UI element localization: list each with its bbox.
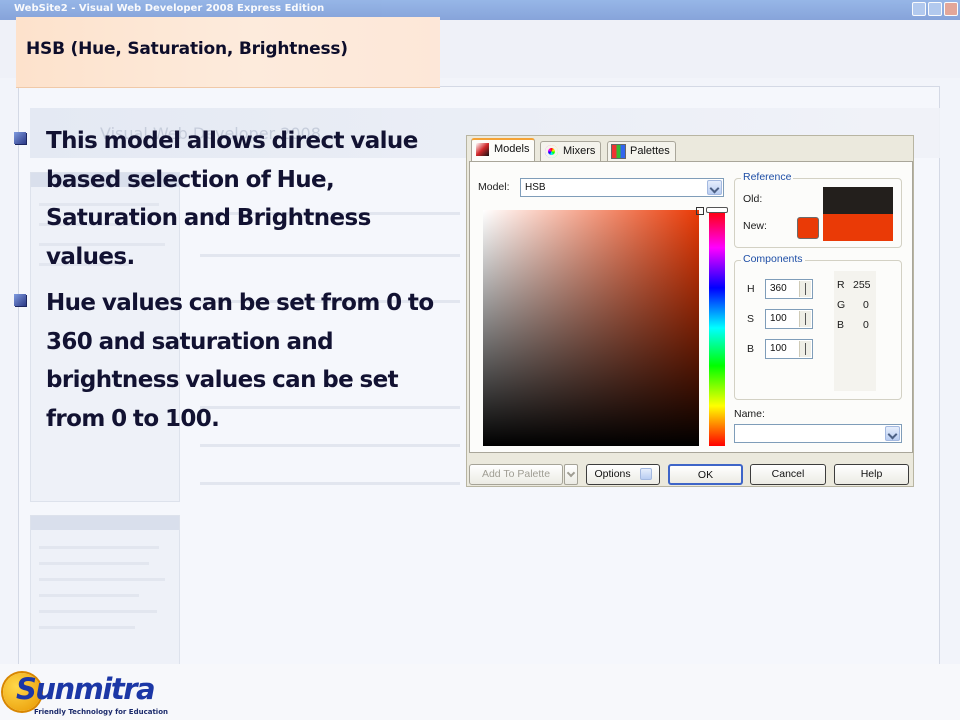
name-select[interactable]	[734, 424, 902, 443]
chevron-down-icon	[639, 468, 652, 481]
options-button[interactable]: Options	[586, 464, 660, 485]
new-color-swatch	[823, 214, 893, 241]
logo-tagline: Friendly Technology for Education	[34, 708, 168, 716]
background-window-title: WebSite2 - Visual Web Developer 2008 Exp…	[14, 3, 325, 14]
bullet-square-icon	[14, 132, 26, 144]
green-label: G	[837, 299, 846, 311]
brightness-value: 100	[770, 343, 787, 354]
saturation-spinbox[interactable]: 100	[765, 309, 813, 329]
hue-slider-handle[interactable]	[706, 207, 728, 213]
red-value: 255	[853, 279, 871, 291]
model-select[interactable]: HSB	[520, 178, 724, 197]
blue-label: B	[837, 319, 845, 331]
spin-arrows-icon[interactable]	[799, 341, 811, 357]
add-to-palette-dropdown-icon[interactable]	[564, 464, 578, 485]
components-group: Components H 360 S 100 B 100 R 255 G 0 B…	[734, 253, 902, 400]
new-color-chip[interactable]	[797, 217, 819, 239]
hue-slider[interactable]	[709, 210, 725, 446]
blue-value: 0	[863, 319, 869, 331]
old-color-label: Old:	[743, 193, 763, 205]
brightness-label: B	[747, 343, 755, 355]
help-button[interactable]: Help	[834, 464, 909, 485]
bullet-text: This model allows direct value based sel…	[46, 128, 418, 270]
saturation-brightness-marker[interactable]	[696, 207, 704, 215]
bullet-list: This model allows direct value based sel…	[14, 122, 444, 446]
background-left-pane-news	[30, 515, 180, 665]
slide: WebSite2 - Visual Web Developer 2008 Exp…	[0, 0, 960, 720]
chevron-down-icon	[707, 180, 722, 195]
hue-label: H	[747, 283, 755, 295]
color-picker-dialog: Models Mixers Palettes Model: HSB Refere…	[466, 135, 914, 487]
bullet-square-icon	[14, 294, 26, 306]
hue-spinbox[interactable]: 360	[765, 279, 813, 299]
mixers-icon	[545, 145, 558, 158]
model-select-value: HSB	[525, 182, 546, 193]
spin-arrows-icon[interactable]	[799, 311, 811, 327]
tab-label: Models	[494, 143, 530, 155]
name-label: Name:	[734, 408, 765, 420]
minimize-icon	[912, 2, 926, 16]
bullet-text: Hue values can be set from 0 to 360 and …	[46, 290, 434, 432]
slide-title: HSB (Hue, Saturation, Brightness)	[26, 39, 348, 59]
saturation-label: S	[747, 313, 755, 325]
close-icon	[944, 2, 958, 16]
green-value: 0	[863, 299, 869, 311]
model-label: Model:	[478, 181, 510, 193]
tab-label: Palettes	[630, 145, 670, 157]
models-panel: Model: HSB Reference Old: New: Component…	[469, 161, 913, 453]
hue-value: 360	[770, 283, 787, 294]
old-color-swatch	[823, 187, 893, 214]
options-button-label: Options	[594, 468, 631, 480]
tab-mixers[interactable]: Mixers	[540, 141, 602, 161]
components-group-title: Components	[741, 253, 805, 265]
models-icon	[476, 143, 489, 156]
saturation-brightness-field[interactable]	[483, 210, 699, 446]
brightness-spinbox[interactable]: 100	[765, 339, 813, 359]
new-color-label: New:	[743, 220, 767, 232]
saturation-value: 100	[770, 313, 787, 324]
bullet-item: Hue values can be set from 0 to 360 and …	[14, 284, 444, 438]
cancel-button[interactable]: Cancel	[750, 464, 826, 485]
tab-bar: Models Mixers Palettes	[467, 136, 915, 162]
ok-button[interactable]: OK	[668, 464, 743, 485]
background-text-line	[200, 482, 460, 485]
palettes-icon	[611, 144, 626, 159]
red-label: R	[837, 279, 845, 291]
slide-title-box: HSB (Hue, Saturation, Brightness)	[16, 17, 440, 88]
tab-label: Mixers	[563, 145, 596, 157]
reference-group: Reference Old: New:	[734, 171, 902, 248]
bullet-item: This model allows direct value based sel…	[14, 122, 444, 276]
spin-arrows-icon[interactable]	[799, 281, 811, 297]
sunmitra-logo: Sunmitra Friendly Technology for Educati…	[0, 669, 168, 719]
add-to-palette-button[interactable]: Add To Palette	[469, 464, 563, 485]
tab-models[interactable]: Models	[471, 138, 536, 162]
logo-wordmark: Sunmitra	[16, 672, 156, 706]
tab-palettes[interactable]: Palettes	[607, 141, 676, 161]
maximize-icon	[928, 2, 942, 16]
chevron-down-icon	[885, 426, 900, 441]
reference-group-title: Reference	[741, 171, 794, 183]
